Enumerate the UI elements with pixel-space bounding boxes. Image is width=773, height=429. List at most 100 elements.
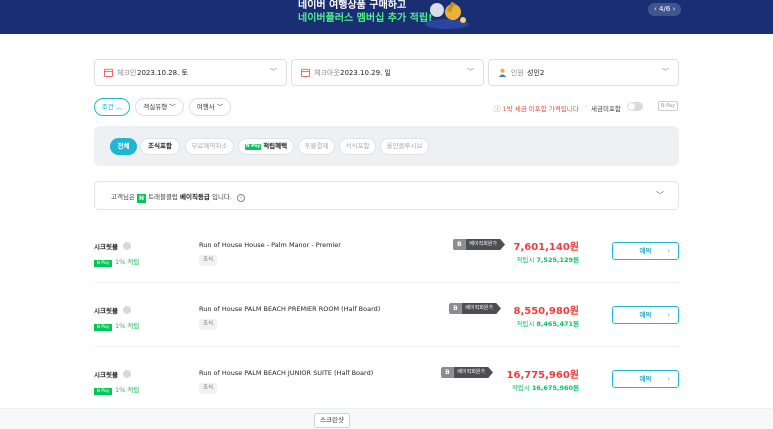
provider-logo-icon [122,242,131,250]
chip-all[interactable]: 전체 [110,138,137,155]
travel-agency-filter[interactable]: 여행사 ﹀ [189,98,231,116]
guests-select[interactable]: 인원 성인2 ﹀ [488,59,679,86]
grade-letter: B [449,303,462,314]
earn-price-value: 7,525,129원 [536,256,579,264]
earn-price: 적립시 8,465,471원 [516,318,579,328]
room-price: 8,550,980원 [513,306,579,317]
checkout-select[interactable]: 체크아웃 2023.10.29. 일 ﹀ [291,59,484,86]
bottom-strip [0,408,773,429]
room-title[interactable]: Run of House PALM BEACH PREMIER ROOM (Ha… [199,305,380,313]
reserve-button[interactable]: 예약 › [612,242,679,260]
checkin-select[interactable]: 체크인 2023.10.28. 토 ﹀ [94,59,287,86]
npay-earn: N Pay 1% 적립 [94,256,139,267]
provider-name: 시크릿몰 [94,241,131,251]
chevron-right-icon: › [667,311,670,319]
earn-rate: 1% 적립 [115,322,140,330]
guests-label: 인원 [511,69,524,77]
meal-badge: 조식 [199,319,218,330]
meal-badge: 조식 [199,255,218,266]
provider-label: 시크릿몰 [94,371,118,379]
tax-toggle-label: 세금미포함 [591,105,621,113]
calendar-icon [104,68,113,77]
earn-price: 적립시 16,675,960원 [512,382,579,392]
reserve-label: 예약 [639,311,652,319]
grade-letter: B [441,367,454,378]
chip-dinner[interactable]: 석식포함 [339,138,376,155]
tax-toggle[interactable] [627,102,643,111]
tax-notice: ⓘ 1박 세금 미포함 가격입니다 [494,105,579,113]
naver-n-icon: N [137,194,146,203]
earn-price-value: 16,675,960원 [531,384,579,392]
member-price-badge: B 베이직회원가 [453,239,505,250]
chevron-right-icon: › [667,375,670,383]
earn-price-label: 적립시 [511,384,530,392]
chevron-down-icon: ﹀ [270,68,277,76]
npay-icon: N Pay [94,260,112,267]
room-row: 시크릿몰 N Pay 1% 적립 Run of House House - Pal… [94,239,679,285]
promo-banner[interactable]: 네이버 여행상품 구매하고 네이버플러스 멤버십 추가 적립! ‹ 4/6 › [0,0,773,34]
checkout-label: 체크아웃 [314,69,340,77]
member-price-badge: B 베이직회원가 [449,303,501,314]
grade-text: 베이직회원가 [453,367,493,378]
earn-price: 적립시 7,525,129원 [516,254,579,264]
chip-rewards-label: 적립혜택 [263,142,288,150]
provider-name: 시크릿몰 [94,369,131,379]
chip-pay-later[interactable]: 후불결제 [298,138,335,155]
npay-icon: N Pay [244,144,262,150]
earn-price-label: 적립시 [516,320,535,328]
banner-pager[interactable]: ‹ 4/6 › [648,3,682,16]
checkin-value: 2023.10.28. 토 [137,69,188,77]
grade-text: 베이직회원가 [461,303,501,314]
row-divider [94,282,679,283]
membership-prefix: 고객님은 [111,193,135,201]
provider-label: 시크릿몰 [94,307,118,315]
info-icon[interactable]: i [237,194,246,202]
chip-breakfast[interactable]: 조식포함 [140,138,180,155]
room-title[interactable]: Run of House House - Palm Manor - Premie… [199,241,341,249]
screenshot-tooltip: 스크린샷 [314,413,350,428]
chip-rewards[interactable]: N Pay 적립혜택 [238,138,294,155]
provider-label: 시크릿몰 [94,243,118,251]
calendar-icon [301,68,310,77]
earn-rate: 1% 적립 [115,386,140,394]
tax-separator: · [585,103,588,111]
chevron-right-icon: › [667,247,670,255]
earn-price-label: 적립시 [516,256,535,264]
chip-all-inclusive[interactable]: 올인클루시브 [380,138,429,155]
checkin-label: 체크인 [117,69,137,77]
meal-badge: 조식 [199,383,218,394]
guests-value: 성인2 [527,69,545,77]
earn-price-value: 8,465,471원 [536,320,579,328]
room-type-filter[interactable]: 객실유형 ﹀ [135,98,184,116]
chevron-down-icon: ﹀ [662,68,669,76]
earn-rate: 1% 적립 [115,258,140,266]
provider-logo-icon [122,370,131,378]
member-price-badge: B 베이직회원가 [441,367,493,378]
provider-name: 시크릿몰 [94,305,131,315]
npay-icon: N Pay [94,388,112,395]
membership-level: 베이직등급 [179,193,210,201]
row-divider [94,346,679,347]
npay-logo-icon: N Pay [658,101,678,111]
membership-program: 트래블클럽 [148,193,178,201]
membership-banner[interactable]: 고객님은 N 트래블클럽 베이직등급 입니다. i ﹀ [94,181,679,210]
chip-free-cancel[interactable]: 무료예약취소 [185,138,234,155]
room-price: 7,601,140원 [513,242,579,253]
reserve-button[interactable]: 예약 › [612,370,679,388]
room-row: 시크릿몰 N Pay 1% 적립 Run of House PALM BEACH … [94,303,679,349]
membership-text: 고객님은 N 트래블클럽 베이직등급 입니다. i [111,191,246,203]
npay-earn: N Pay 1% 적립 [94,320,139,331]
membership-suffix: 입니다. [211,193,232,201]
conditions-toggle[interactable]: 조건 ︿ [94,98,130,116]
room-title[interactable]: Run of House PALM BEACH JUNIOR SUITE (Ha… [199,369,373,377]
chevron-down-icon: ﹀ [467,68,474,76]
reserve-label: 예약 [639,247,652,255]
chevron-down-icon[interactable]: ﹀ [656,190,664,201]
reserve-label: 예약 [639,375,652,383]
room-price: 16,775,960원 [506,370,579,381]
npay-earn: N Pay 1% 적립 [94,384,139,395]
checkout-value: 2023.10.29. 일 [340,69,391,77]
provider-logo-icon [122,306,131,314]
reserve-button[interactable]: 예약 › [612,306,679,324]
trophy-illustration-icon [425,1,469,29]
